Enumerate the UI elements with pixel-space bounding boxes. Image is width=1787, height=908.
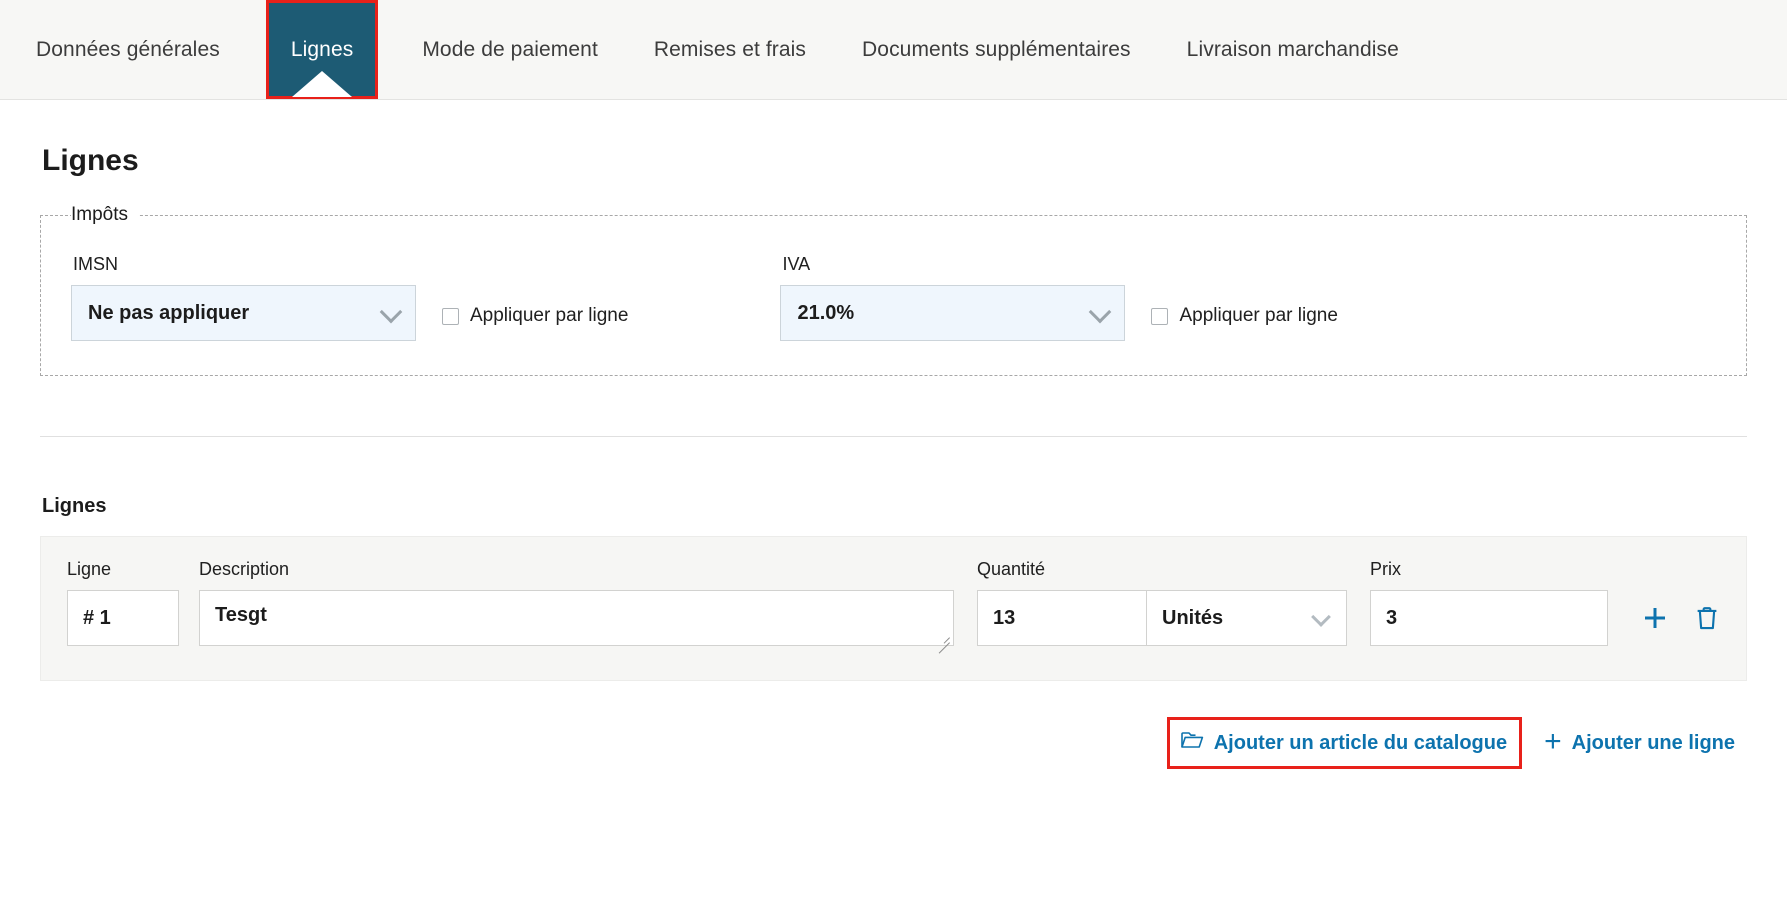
resize-handle-icon[interactable] bbox=[936, 629, 950, 643]
imsn-select-value: Ne pas appliquer bbox=[88, 302, 249, 325]
plus-icon: + bbox=[1544, 727, 1562, 757]
column-header-price: Prix bbox=[1370, 559, 1608, 580]
checkbox-box-icon bbox=[442, 308, 459, 325]
quantity-cell: 13 bbox=[977, 590, 1147, 646]
tab-label: Données générales bbox=[36, 38, 220, 62]
lines-section-title: Lignes bbox=[42, 495, 1747, 518]
imsn-select[interactable]: Ne pas appliquer bbox=[71, 285, 416, 341]
column-header-description: Description bbox=[199, 559, 954, 580]
active-tab-notch-icon bbox=[292, 71, 352, 97]
tab-bar: Données générales Lignes Mode de paiemen… bbox=[0, 0, 1787, 100]
imsn-group: IMSN Ne pas appliquer Appliquer par lign… bbox=[71, 254, 628, 341]
unit-select-value: Unités bbox=[1162, 607, 1223, 630]
tab-label: Documents supplémentaires bbox=[862, 38, 1131, 62]
lines-panel: Ligne Description Quantité Prix # 1 Tesg… bbox=[40, 536, 1747, 681]
page-title: Lignes bbox=[42, 144, 1747, 178]
iva-select-value: 21.0% bbox=[797, 302, 854, 325]
price-input[interactable]: 3 bbox=[1370, 590, 1608, 646]
lines-bottom-actions: Ajouter un article du catalogue + Ajoute… bbox=[40, 717, 1747, 769]
iva-field: IVA 21.0% bbox=[780, 254, 1125, 341]
tab-label: Remises et frais bbox=[654, 38, 806, 62]
tab-donnees-generales[interactable]: Données générales bbox=[8, 0, 248, 99]
iva-select[interactable]: 21.0% bbox=[780, 285, 1125, 341]
price-cell: 3 bbox=[1370, 590, 1608, 646]
chevron-down-icon bbox=[380, 301, 403, 324]
quantity-input[interactable]: 13 bbox=[977, 590, 1147, 646]
folder-icon bbox=[1180, 729, 1204, 757]
lines-header-row: Ligne Description Quantité Prix bbox=[67, 559, 1720, 580]
iva-label: IVA bbox=[780, 254, 1125, 275]
tab-documents-supplementaires[interactable]: Documents supplémentaires bbox=[834, 0, 1159, 99]
line-number-cell: # 1 bbox=[67, 590, 179, 646]
table-row: # 1 Tesgt 13 Unités 3 bbox=[67, 590, 1720, 646]
tab-livraison-marchandise[interactable]: Livraison marchandise bbox=[1159, 0, 1427, 99]
add-catalog-article-button[interactable]: Ajouter un article du catalogue bbox=[1167, 717, 1522, 769]
imsn-per-line-checkbox[interactable]: Appliquer par ligne bbox=[442, 305, 628, 327]
description-value: Tesgt bbox=[215, 604, 267, 626]
section-divider bbox=[40, 436, 1747, 437]
chevron-down-icon bbox=[1089, 301, 1112, 324]
iva-per-line-checkbox[interactable]: Appliquer par ligne bbox=[1151, 305, 1337, 327]
tab-lignes[interactable]: Lignes bbox=[266, 0, 378, 99]
add-line-label: Ajouter une ligne bbox=[1572, 732, 1735, 755]
tab-remises-et-frais[interactable]: Remises et frais bbox=[626, 0, 834, 99]
tab-mode-de-paiement[interactable]: Mode de paiement bbox=[394, 0, 626, 99]
delete-row-icon[interactable] bbox=[1690, 601, 1724, 635]
iva-group: IVA 21.0% Appliquer par ligne bbox=[780, 254, 1337, 341]
add-line-button[interactable]: + Ajouter une ligne bbox=[1544, 730, 1735, 757]
description-cell: Tesgt bbox=[199, 590, 954, 646]
description-textarea[interactable]: Tesgt bbox=[199, 590, 954, 646]
taxes-section: Impôts IMSN Ne pas appliquer Appliquer p… bbox=[40, 204, 1747, 376]
column-header-line: Ligne bbox=[67, 559, 179, 580]
row-actions bbox=[1638, 601, 1724, 635]
imsn-field: IMSN Ne pas appliquer bbox=[71, 254, 416, 341]
iva-per-line-label: Appliquer par ligne bbox=[1179, 305, 1337, 327]
imsn-label: IMSN bbox=[71, 254, 416, 275]
tab-label: Livraison marchandise bbox=[1187, 38, 1399, 62]
add-catalog-article-label: Ajouter un article du catalogue bbox=[1214, 732, 1507, 755]
unit-cell: Unités bbox=[1147, 590, 1347, 646]
chevron-down-icon bbox=[1311, 607, 1331, 627]
unit-select[interactable]: Unités bbox=[1147, 590, 1347, 646]
row-actions-cell bbox=[1638, 601, 1724, 635]
taxes-legend: Impôts bbox=[71, 204, 138, 226]
tab-label: Mode de paiement bbox=[422, 38, 598, 62]
imsn-per-line-label: Appliquer par ligne bbox=[470, 305, 628, 327]
line-number-input[interactable]: # 1 bbox=[67, 590, 179, 646]
tab-label: Lignes bbox=[291, 38, 353, 62]
add-row-icon[interactable] bbox=[1638, 601, 1672, 635]
checkbox-box-icon bbox=[1151, 308, 1168, 325]
column-header-quantity: Quantité bbox=[977, 559, 1147, 580]
page-content: Lignes Impôts IMSN Ne pas appliquer Appl… bbox=[0, 100, 1787, 769]
taxes-row: IMSN Ne pas appliquer Appliquer par lign… bbox=[71, 254, 1716, 341]
